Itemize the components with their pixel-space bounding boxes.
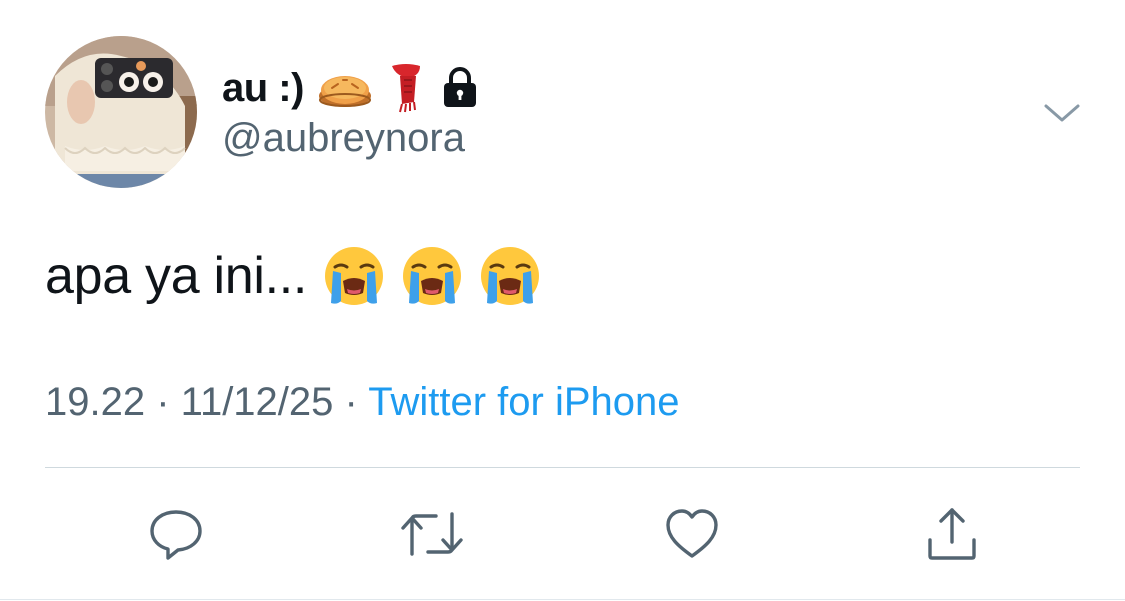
tweet-card: au :) @aubreynora apa ya ini... 19.22 · … [0, 0, 1125, 601]
loudly-crying-face-emoji [479, 245, 541, 307]
tweet-time: 19.22 [45, 380, 146, 424]
share-icon [928, 508, 976, 560]
user-handle[interactable]: @aubreynora [222, 116, 465, 161]
tweet-source-link[interactable]: Twitter for iPhone [368, 380, 679, 424]
avatar[interactable] [45, 36, 197, 188]
meta-separator: · [344, 380, 369, 424]
tweet-meta: 19.22 · 11/12/25 · Twitter for iPhone [45, 380, 680, 425]
divider [45, 467, 1080, 468]
retweet-button[interactable] [400, 502, 464, 566]
display-name[interactable]: au :) [222, 66, 304, 111]
scarf-emoji [386, 62, 426, 114]
chevron-down-icon[interactable] [1040, 96, 1084, 128]
reply-button[interactable] [144, 502, 208, 566]
reply-icon [150, 510, 202, 560]
pie-emoji [318, 66, 372, 110]
share-button[interactable] [920, 502, 984, 566]
like-button[interactable] [660, 502, 724, 566]
lock-icon [440, 66, 480, 110]
display-name-row: au :) [222, 60, 480, 116]
tweet-text: apa ya ini... [45, 247, 308, 305]
bottom-divider [0, 599, 1125, 600]
retweet-icon [401, 512, 463, 556]
loudly-crying-face-emoji [323, 245, 385, 307]
heart-icon [666, 509, 718, 558]
tweet-date: 11/12/25 [180, 380, 334, 424]
meta-separator: · [156, 380, 181, 424]
tweet-body: apa ya ini... [45, 240, 541, 312]
loudly-crying-face-emoji [401, 245, 463, 307]
avatar-photo [45, 36, 197, 188]
